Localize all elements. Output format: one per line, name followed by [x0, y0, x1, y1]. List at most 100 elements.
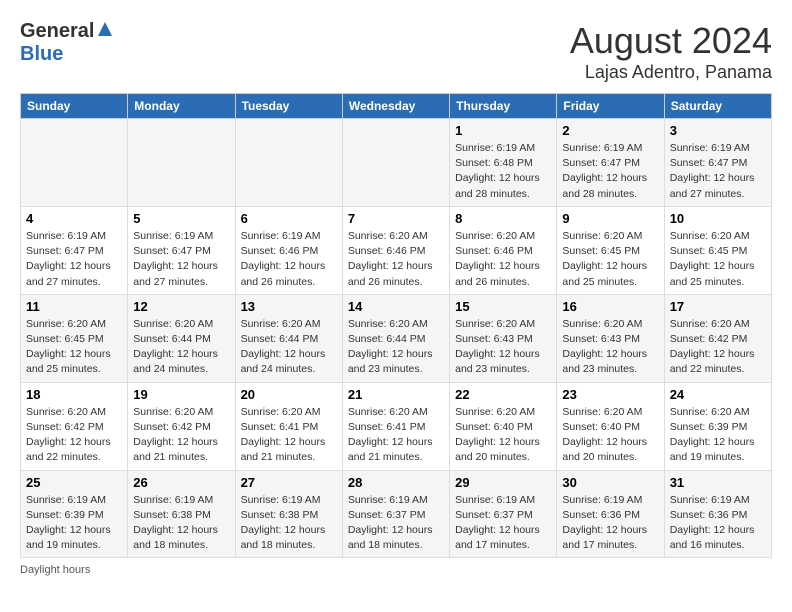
calendar-day-header: Thursday: [450, 94, 557, 119]
day-number: 24: [670, 387, 766, 402]
calendar-day-header: Monday: [128, 94, 235, 119]
calendar-cell: 1 Sunrise: 6:19 AM Sunset: 6:48 PM Daylig…: [450, 119, 557, 207]
day-number: 17: [670, 299, 766, 314]
location-title: Lajas Adentro, Panama: [570, 62, 772, 83]
calendar-day-header: Friday: [557, 94, 664, 119]
calendar-cell: 25 Sunrise: 6:19 AM Sunset: 6:39 PM Dayli…: [21, 470, 128, 558]
day-info: Sunrise: 6:19 AM Sunset: 6:39 PM Dayligh…: [26, 493, 122, 554]
day-info: Sunrise: 6:19 AM Sunset: 6:47 PM Dayligh…: [670, 141, 766, 202]
day-number: 12: [133, 299, 229, 314]
calendar-week-row: 4 Sunrise: 6:19 AM Sunset: 6:47 PM Daylig…: [21, 206, 772, 294]
day-info: Sunrise: 6:20 AM Sunset: 6:41 PM Dayligh…: [348, 405, 444, 466]
day-info: Sunrise: 6:20 AM Sunset: 6:40 PM Dayligh…: [562, 405, 658, 466]
day-info: Sunrise: 6:20 AM Sunset: 6:42 PM Dayligh…: [670, 317, 766, 378]
day-info: Sunrise: 6:20 AM Sunset: 6:42 PM Dayligh…: [26, 405, 122, 466]
day-info: Sunrise: 6:19 AM Sunset: 6:48 PM Dayligh…: [455, 141, 551, 202]
day-number: 29: [455, 475, 551, 490]
calendar-week-row: 18Sunrise: 6:20 AM Sunset: 6:42 PM Dayli…: [21, 382, 772, 470]
calendar-cell: 23 Sunrise: 6:20 AM Sunset: 6:40 PM Dayli…: [557, 382, 664, 470]
day-number: 9: [562, 211, 658, 226]
day-info: Sunrise: 6:20 AM Sunset: 6:44 PM Dayligh…: [241, 317, 337, 378]
day-number: 7: [348, 211, 444, 226]
day-info: Sunrise: 6:19 AM Sunset: 6:46 PM Dayligh…: [241, 229, 337, 290]
calendar-cell: 6Sunrise: 6:19 AM Sunset: 6:46 PM Daylig…: [235, 206, 342, 294]
calendar-cell: 8Sunrise: 6:20 AM Sunset: 6:46 PM Daylig…: [450, 206, 557, 294]
day-info: Sunrise: 6:20 AM Sunset: 6:44 PM Dayligh…: [348, 317, 444, 378]
calendar-cell: 12Sunrise: 6:20 AM Sunset: 6:44 PM Dayli…: [128, 294, 235, 382]
calendar-cell: 18Sunrise: 6:20 AM Sunset: 6:42 PM Dayli…: [21, 382, 128, 470]
day-number: 23: [562, 387, 658, 402]
day-info: Sunrise: 6:19 AM Sunset: 6:37 PM Dayligh…: [348, 493, 444, 554]
day-number: 11: [26, 299, 122, 314]
day-number: 27: [241, 475, 337, 490]
calendar-week-row: 11 Sunrise: 6:20 AM Sunset: 6:45 PM Dayli…: [21, 294, 772, 382]
calendar-cell: 3 Sunrise: 6:19 AM Sunset: 6:47 PM Daylig…: [664, 119, 771, 207]
calendar-cell: 9 Sunrise: 6:20 AM Sunset: 6:45 PM Daylig…: [557, 206, 664, 294]
header: General Blue August 2024 Lajas Adentro, …: [20, 20, 772, 83]
day-info: Sunrise: 6:19 AM Sunset: 6:38 PM Dayligh…: [241, 493, 337, 554]
day-number: 19: [133, 387, 229, 402]
day-info: Sunrise: 6:20 AM Sunset: 6:39 PM Dayligh…: [670, 405, 766, 466]
day-number: 16: [562, 299, 658, 314]
day-info: Sunrise: 6:20 AM Sunset: 6:40 PM Dayligh…: [455, 405, 551, 466]
day-number: 30: [562, 475, 658, 490]
calendar-table: SundayMondayTuesdayWednesdayThursdayFrid…: [20, 93, 772, 558]
day-number: 26: [133, 475, 229, 490]
day-number: 1: [455, 123, 551, 138]
calendar-day-header: Saturday: [664, 94, 771, 119]
calendar-week-row: 25 Sunrise: 6:19 AM Sunset: 6:39 PM Dayli…: [21, 470, 772, 558]
calendar-cell: [128, 119, 235, 207]
title-area: August 2024 Lajas Adentro, Panama: [570, 20, 772, 83]
day-number: 5: [133, 211, 229, 226]
calendar-cell: 26Sunrise: 6:19 AM Sunset: 6:38 PM Dayli…: [128, 470, 235, 558]
calendar-cell: 20Sunrise: 6:20 AM Sunset: 6:41 PM Dayli…: [235, 382, 342, 470]
day-number: 14: [348, 299, 444, 314]
calendar-body: 1 Sunrise: 6:19 AM Sunset: 6:48 PM Daylig…: [21, 119, 772, 558]
day-info: Sunrise: 6:20 AM Sunset: 6:43 PM Dayligh…: [455, 317, 551, 378]
day-info: Sunrise: 6:20 AM Sunset: 6:42 PM Dayligh…: [133, 405, 229, 466]
day-info: Sunrise: 6:20 AM Sunset: 6:46 PM Dayligh…: [348, 229, 444, 290]
day-number: 10: [670, 211, 766, 226]
day-number: 22: [455, 387, 551, 402]
day-number: 20: [241, 387, 337, 402]
calendar-cell: 2Sunrise: 6:19 AM Sunset: 6:47 PM Daylig…: [557, 119, 664, 207]
calendar-cell: 4 Sunrise: 6:19 AM Sunset: 6:47 PM Daylig…: [21, 206, 128, 294]
day-info: Sunrise: 6:20 AM Sunset: 6:45 PM Dayligh…: [670, 229, 766, 290]
day-info: Sunrise: 6:20 AM Sunset: 6:43 PM Dayligh…: [562, 317, 658, 378]
day-info: Sunrise: 6:19 AM Sunset: 6:37 PM Dayligh…: [455, 493, 551, 554]
calendar-cell: [235, 119, 342, 207]
day-number: 3: [670, 123, 766, 138]
day-number: 31: [670, 475, 766, 490]
calendar-cell: 14 Sunrise: 6:20 AM Sunset: 6:44 PM Dayli…: [342, 294, 449, 382]
day-number: 28: [348, 475, 444, 490]
day-number: 25: [26, 475, 122, 490]
calendar-cell: 7 Sunrise: 6:20 AM Sunset: 6:46 PM Daylig…: [342, 206, 449, 294]
calendar-cell: 30 Sunrise: 6:19 AM Sunset: 6:36 PM Dayli…: [557, 470, 664, 558]
calendar-cell: 17 Sunrise: 6:20 AM Sunset: 6:42 PM Dayli…: [664, 294, 771, 382]
footer-note: Daylight hours: [20, 564, 772, 576]
logo: General Blue: [20, 20, 114, 66]
day-number: 13: [241, 299, 337, 314]
day-number: 2: [562, 123, 658, 138]
calendar-day-header: Wednesday: [342, 94, 449, 119]
calendar-cell: 27 Sunrise: 6:19 AM Sunset: 6:38 PM Dayli…: [235, 470, 342, 558]
calendar-cell: 15Sunrise: 6:20 AM Sunset: 6:43 PM Dayli…: [450, 294, 557, 382]
day-info: Sunrise: 6:20 AM Sunset: 6:45 PM Dayligh…: [26, 317, 122, 378]
day-info: Sunrise: 6:19 AM Sunset: 6:47 PM Dayligh…: [26, 229, 122, 290]
logo-blue-text: Blue: [20, 43, 63, 65]
day-info: Sunrise: 6:19 AM Sunset: 6:47 PM Dayligh…: [133, 229, 229, 290]
day-number: 8: [455, 211, 551, 226]
calendar-cell: 21Sunrise: 6:20 AM Sunset: 6:41 PM Dayli…: [342, 382, 449, 470]
day-info: Sunrise: 6:19 AM Sunset: 6:36 PM Dayligh…: [562, 493, 658, 554]
calendar-week-row: 1 Sunrise: 6:19 AM Sunset: 6:48 PM Daylig…: [21, 119, 772, 207]
calendar-cell: 31Sunrise: 6:19 AM Sunset: 6:36 PM Dayli…: [664, 470, 771, 558]
calendar-cell: 16 Sunrise: 6:20 AM Sunset: 6:43 PM Dayli…: [557, 294, 664, 382]
calendar-cell: 24 Sunrise: 6:20 AM Sunset: 6:39 PM Dayli…: [664, 382, 771, 470]
day-number: 4: [26, 211, 122, 226]
day-info: Sunrise: 6:20 AM Sunset: 6:45 PM Dayligh…: [562, 229, 658, 290]
calendar-header-row: SundayMondayTuesdayWednesdayThursdayFrid…: [21, 94, 772, 119]
calendar-cell: 11 Sunrise: 6:20 AM Sunset: 6:45 PM Dayli…: [21, 294, 128, 382]
logo-general-text: General: [20, 20, 94, 43]
calendar-day-header: Sunday: [21, 94, 128, 119]
calendar-cell: [21, 119, 128, 207]
